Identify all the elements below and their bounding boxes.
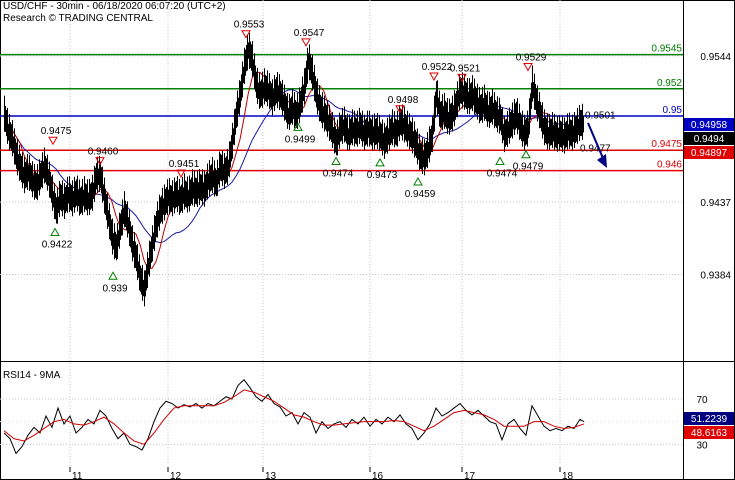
low-label: 0.9459 [405,189,436,200]
resistance-marker [241,30,251,39]
low-label: 0.9499 [285,134,316,145]
support-marker [375,157,385,167]
x-tick-label: 11 [72,471,83,480]
x-tick-label: 17 [464,471,476,480]
high-label: 0.9451 [169,159,200,170]
resistance-marker [48,136,58,146]
low-label: 0.9422 [42,240,73,251]
level-label: 0.9545 [651,44,682,55]
y-tick-label: 0.9437 [700,198,731,209]
chart-canvas: 0.9544 0.9437 0.9384 70 30 11 12 13 16 17 18 0.9545… [0,0,735,480]
price-label: 0.9477 [580,143,611,154]
current-price-text: 0.94958 [691,120,728,131]
high-label: 0.9522 [422,62,453,73]
low-label: 0.9474 [323,169,354,180]
support-marker [331,156,341,166]
resistance-marker [523,62,533,72]
rsi-title: RSI14 - 9MA [3,370,61,381]
resistance-marker [429,72,439,82]
level-label: 0.95 [663,105,683,116]
support-marker [495,156,505,166]
low-label: 0.9479 [513,162,544,173]
rsi-value-text: 48.6163 [691,428,728,439]
support-marker [521,149,531,159]
high-label: 0.9498 [388,95,419,106]
x-tick-label: 18 [562,471,574,480]
rsi-line [3,378,585,455]
price-label: 0.9501 [585,111,616,122]
rsi-y-tick-label: 30 [696,440,708,451]
high-label: 0.9553 [234,20,265,31]
y-tick-label: 0.9544 [700,52,731,63]
current-price-text: 0.94897 [691,148,728,159]
high-label: 0.9460 [88,147,119,158]
support-marker [50,227,60,237]
high-label: 0.9475 [41,126,72,137]
rsi-y-tick-label: 70 [696,395,708,406]
current-price-text: 0.9494 [694,134,725,145]
resistance-marker [301,38,311,47]
level-label: 0.952 [657,78,682,89]
high-label: 0.9521 [450,63,481,74]
level-label: 0.9475 [651,139,682,150]
x-tick-label: 16 [372,471,384,480]
high-label: 0.9547 [294,28,325,39]
low-label: 0.939 [102,283,127,294]
x-tick-label: 13 [265,471,277,480]
support-marker [108,271,118,280]
support-marker [413,177,423,186]
x-tick-label: 12 [170,471,182,480]
rsi-value-text: 51.2239 [691,414,728,425]
high-label: 0.9529 [516,52,547,63]
level-label: 0.946 [657,160,682,171]
low-label: 0.9473 [367,170,398,181]
y-tick-label: 0.9384 [700,270,731,281]
